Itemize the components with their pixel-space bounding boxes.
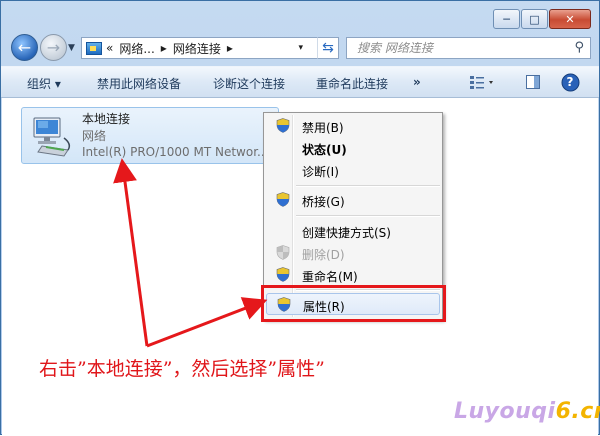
uac-shield-icon <box>276 118 290 133</box>
explorer-window: ─ □ ✕ ← → ▼ « 网络... ▸ 网络连接 ▸ ▾ ⇆ ⚲ 组织 ▾ … <box>0 0 600 435</box>
forward-arrow-icon: → <box>46 38 61 57</box>
uac-shield-icon <box>276 192 290 207</box>
command-bar: 组织 ▾ 禁用此网络设备 诊断这个连接 重命名此连接 » ? <box>1 66 599 98</box>
properties-highlight-box <box>261 285 446 322</box>
address-bar[interactable]: « 网络... ▸ 网络连接 ▸ ▾ <box>81 37 338 59</box>
change-view-button[interactable] <box>467 73 497 91</box>
menu-item-delete[interactable]: 删除(D) <box>266 242 440 264</box>
breadcrumb-network[interactable]: 网络... <box>119 40 154 57</box>
watermark: Luyouqi6.cn <box>454 399 600 424</box>
menu-label-diagnose: 诊断(I) <box>302 165 339 179</box>
menu-label-status: 状态(U) <box>302 143 347 157</box>
menu-label-create-shortcut: 创建快捷方式(S) <box>302 226 391 240</box>
navigation-row: ← → ▼ « 网络... ▸ 网络连接 ▸ ▾ ⇆ ⚲ <box>1 31 599 63</box>
preview-pane-icon <box>526 75 540 89</box>
refresh-icon: ⇆ <box>322 40 334 56</box>
search-icon[interactable]: ⚲ <box>574 40 584 55</box>
close-button[interactable]: ✕ <box>549 9 591 29</box>
minimize-icon: ─ <box>503 12 510 26</box>
back-button[interactable]: ← <box>11 34 38 61</box>
menu-label-disable: 禁用(B) <box>302 121 344 135</box>
menu-item-disable[interactable]: 禁用(B) <box>266 115 440 137</box>
breadcrumb-separator-2[interactable]: ▸ <box>227 41 233 55</box>
network-adapter-icon <box>33 117 71 157</box>
network-folder-icon <box>86 41 102 55</box>
title-bar: ─ □ ✕ <box>1 1 599 31</box>
connection-device: Intel(R) PRO/1000 MT Networ... <box>82 145 269 159</box>
diagnose-button[interactable]: 诊断这个连接 <box>213 75 285 92</box>
connection-type: 网络 <box>82 129 107 143</box>
rename-connection-button[interactable]: 重命名此连接 <box>316 75 388 92</box>
more-commands-button[interactable]: » <box>413 75 421 89</box>
search-box[interactable]: ⚲ <box>346 37 591 59</box>
uac-shield-disabled-icon <box>276 245 290 260</box>
watermark-part1: Luyouqi <box>454 399 556 424</box>
menu-separator <box>296 215 440 217</box>
menu-item-rename[interactable]: 重命名(M) <box>266 264 440 286</box>
menu-separator <box>296 185 440 187</box>
back-arrow-icon: ← <box>17 38 32 57</box>
forward-button[interactable]: → <box>40 34 67 61</box>
menu-item-create-shortcut[interactable]: 创建快捷方式(S) <box>266 220 440 242</box>
address-dropdown-icon[interactable]: ▾ <box>298 43 303 53</box>
menu-label-bridge: 桥接(G) <box>302 195 345 209</box>
disable-device-button[interactable]: 禁用此网络设备 <box>97 75 181 92</box>
minimize-button[interactable]: ─ <box>493 9 520 29</box>
menu-label-rename: 重命名(M) <box>302 270 358 284</box>
connection-name: 本地连接 <box>82 112 131 126</box>
address-overflow[interactable]: « <box>106 41 113 55</box>
organize-button[interactable]: 组织 ▾ <box>27 75 61 92</box>
menu-item-diagnose[interactable]: 诊断(I) <box>266 159 440 181</box>
view-options-icon <box>470 76 493 89</box>
maximize-icon: □ <box>529 12 540 26</box>
history-dropdown-icon[interactable]: ▼ <box>68 43 75 53</box>
maximize-button[interactable]: □ <box>521 9 548 29</box>
local-area-connection-item[interactable]: 本地连接 网络 Intel(R) PRO/1000 MT Networ... <box>21 107 279 164</box>
help-glyph: ? <box>566 75 574 89</box>
close-icon: ✕ <box>565 12 575 26</box>
menu-item-bridge[interactable]: 桥接(G) <box>266 189 440 211</box>
help-button[interactable]: ? <box>559 73 581 91</box>
breadcrumb-separator[interactable]: ▸ <box>161 41 167 55</box>
refresh-button[interactable]: ⇆ <box>317 37 339 59</box>
menu-item-status[interactable]: 状态(U) <box>266 137 440 159</box>
search-input[interactable] <box>355 40 569 56</box>
menu-label-delete: 删除(D) <box>302 248 345 262</box>
breadcrumb-network-connections[interactable]: 网络连接 <box>173 40 221 57</box>
watermark-part2: 6.cn <box>555 399 600 424</box>
instruction-annotation: 右击”本地连接”，然后选择”属性” <box>39 358 325 380</box>
uac-shield-icon <box>276 267 290 282</box>
preview-pane-button[interactable] <box>523 73 543 91</box>
